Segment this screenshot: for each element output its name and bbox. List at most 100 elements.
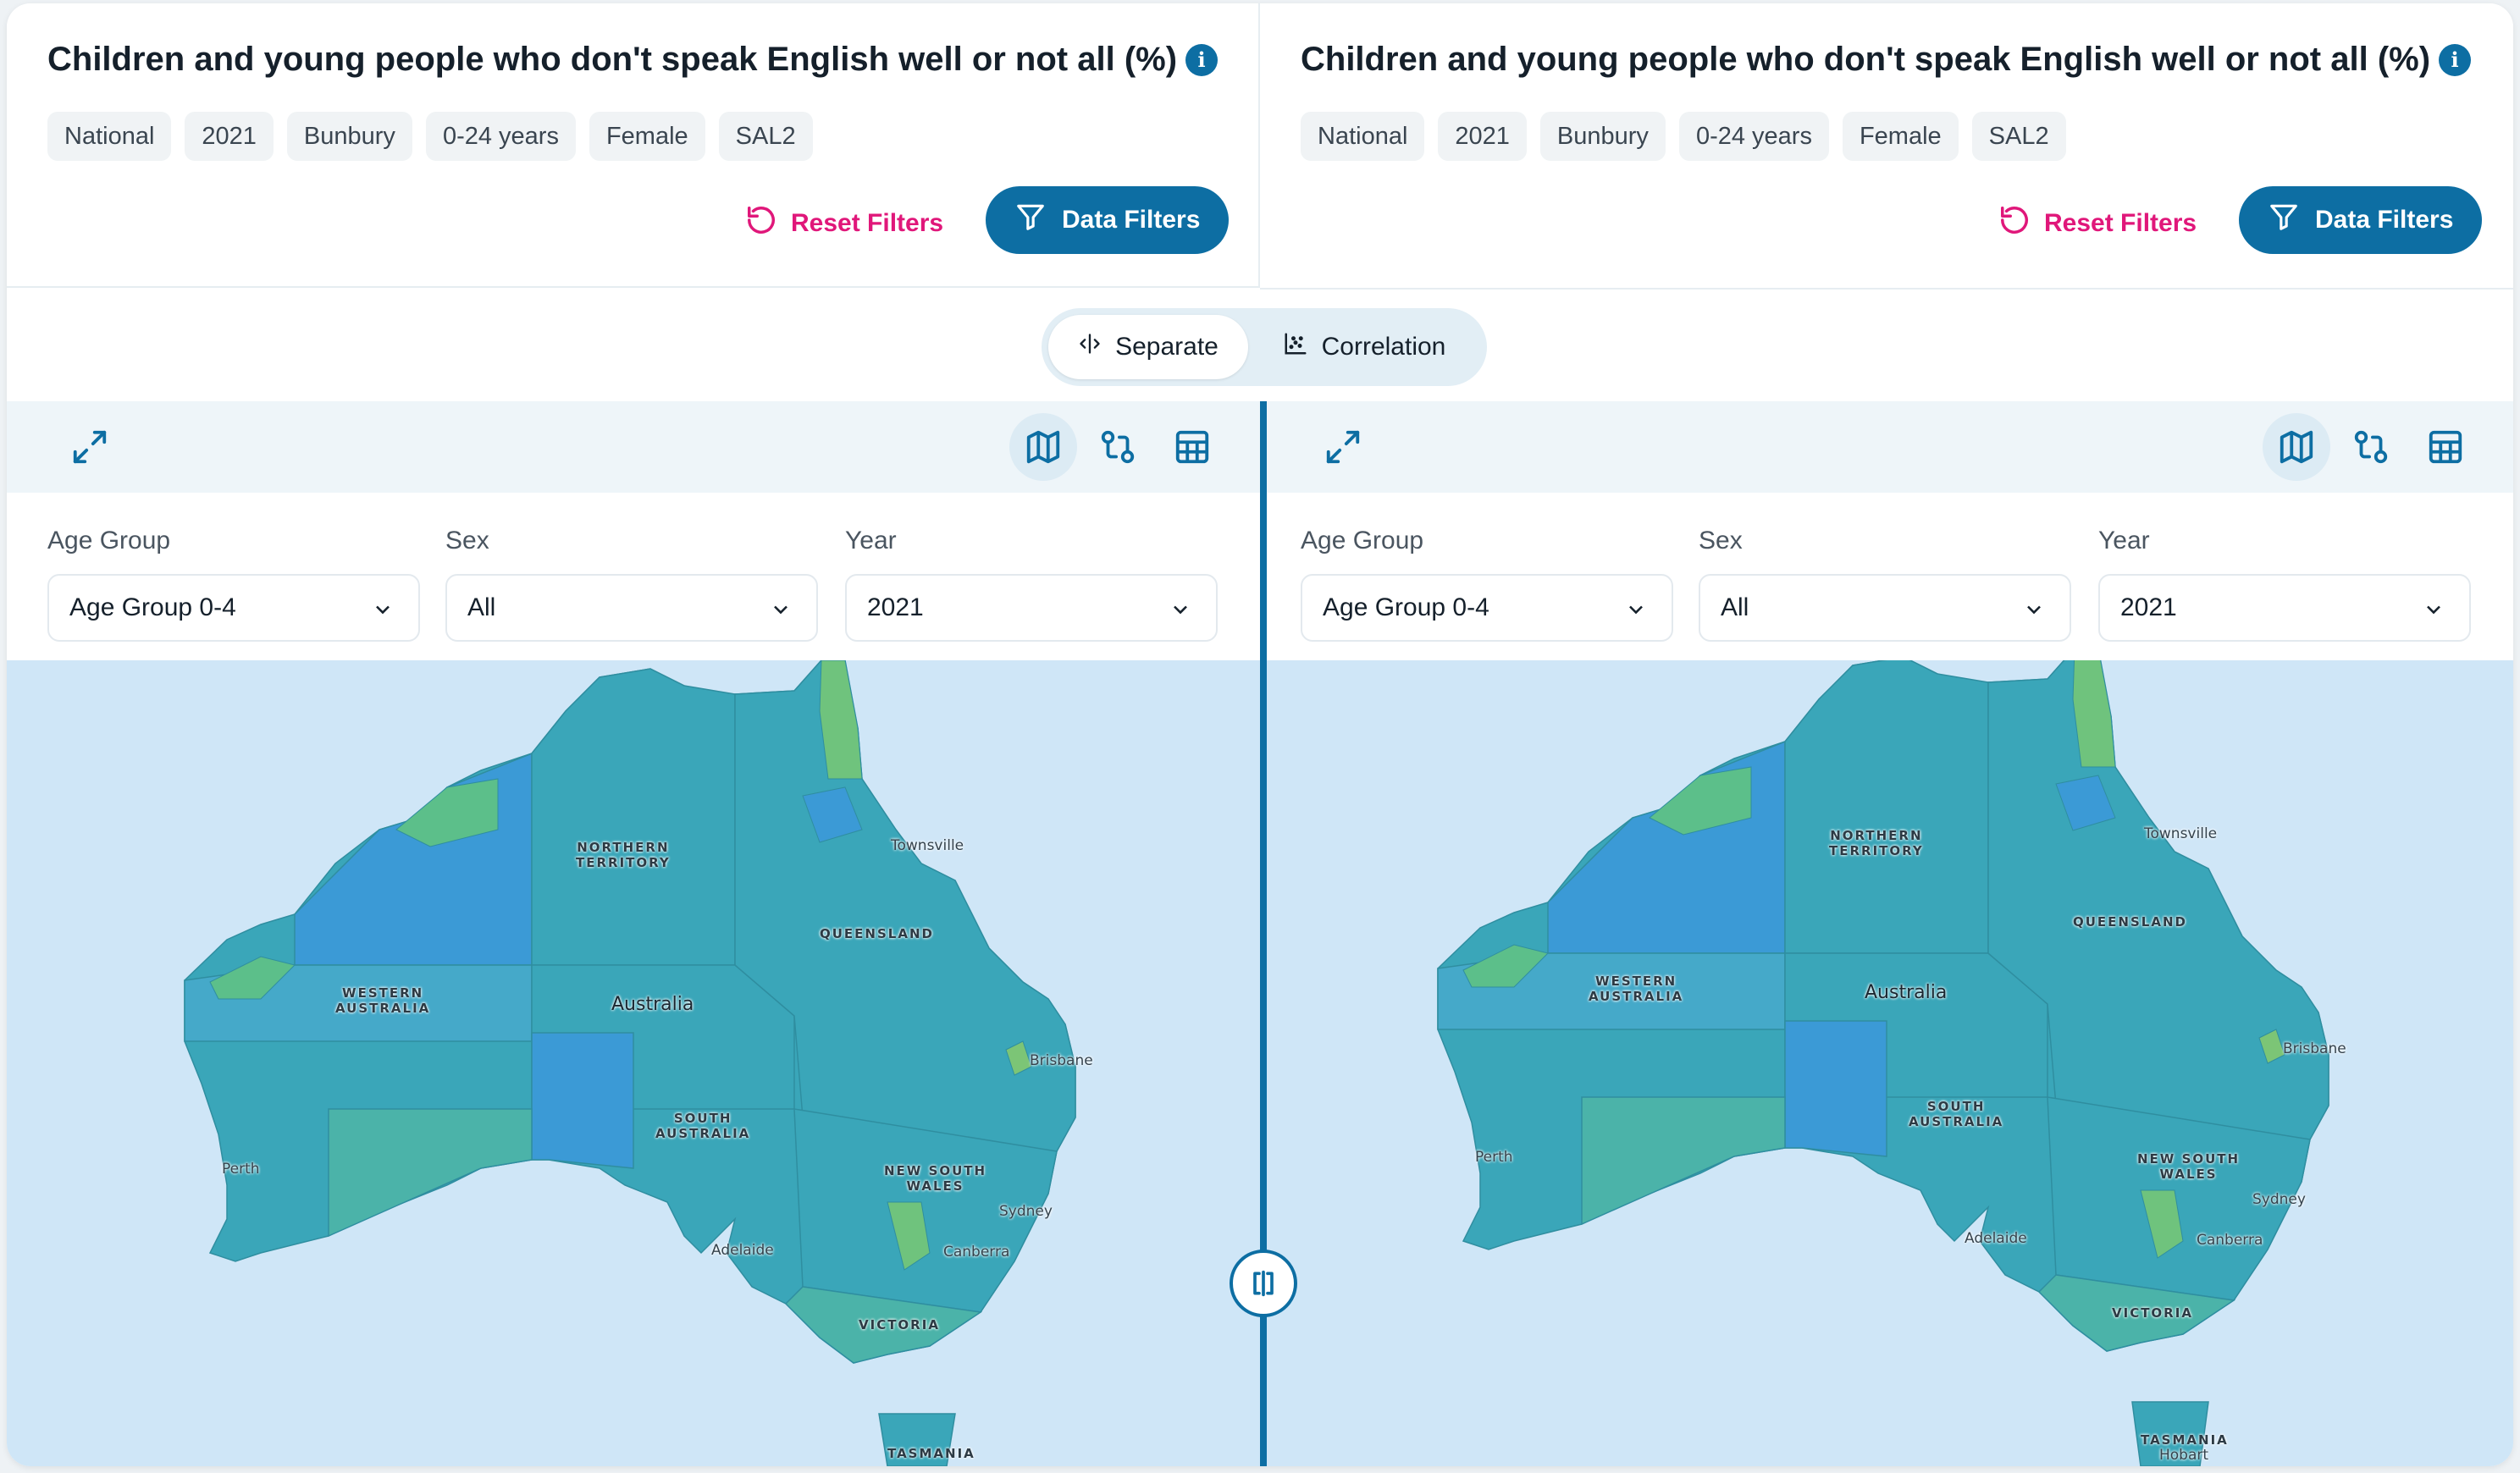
sex-select[interactable]: All [1699, 574, 2071, 642]
info-icon[interactable]: i [2439, 44, 2471, 76]
year-select[interactable]: 2021 [2098, 574, 2471, 642]
left-map-panel: Age Group Age Group 0-4 Sex All Year 202… [7, 401, 1260, 1466]
map-label-western-australia: WESTERN AUSTRALIA [1589, 974, 1684, 1004]
map-label-canberra: Canberra [2197, 1232, 2263, 1249]
chevron-down-icon [2022, 598, 2046, 626]
left-choropleth-map[interactable]: NORTHERN TERRITORY QUEENSLAND WESTERN AU… [7, 660, 1260, 1466]
tag-age: 0-24 years [425, 112, 576, 161]
tag-age: 0-24 years [1678, 112, 1829, 161]
age-group-label: Age Group [1301, 527, 1424, 554]
sex-label: Sex [445, 527, 489, 554]
map-label-perth: Perth [1475, 1149, 1513, 1166]
tag-area: Bunbury [1539, 112, 1666, 161]
map-label-south-australia: SOUTH AUSTRALIA [655, 1111, 751, 1141]
scatter-icon [1283, 331, 1308, 363]
map-label-western-australia: WESTERN AUSTRALIA [335, 985, 431, 1016]
data-filters-label: Data Filters [2315, 206, 2454, 234]
map-label-sydney: Sydney [2252, 1191, 2306, 1208]
map-icon[interactable] [2263, 413, 2330, 481]
map-label-victoria: VICTORIA [2112, 1305, 2193, 1321]
map-label-australia: Australia [611, 994, 694, 1015]
data-filters-button[interactable]: Data Filters [986, 186, 1230, 254]
map-label-brisbane: Brisbane [1030, 1052, 1093, 1069]
map-label-south-australia: SOUTH AUSTRALIA [1909, 1099, 2004, 1129]
correlation-mode-button[interactable]: Correlation [1248, 315, 1480, 379]
separate-label: Separate [1115, 333, 1219, 361]
right-indicator-title: Children and young people who don't spea… [1301, 41, 2431, 78]
map-label-adelaide: Adelaide [711, 1242, 774, 1259]
chevron-down-icon [2422, 598, 2445, 626]
filter-icon [1014, 201, 1047, 240]
data-filters-button[interactable]: Data Filters [2239, 186, 2483, 254]
map-label-northern-territory: NORTHERN TERRITORY [1829, 828, 1924, 858]
chevron-down-icon [1624, 598, 1648, 626]
sex-label: Sex [1699, 527, 1743, 554]
age-group-value: Age Group 0-4 [69, 593, 236, 621]
age-group-select[interactable]: Age Group 0-4 [47, 574, 420, 642]
reset-filters-button[interactable]: Reset Filters [1998, 193, 2197, 254]
sex-value: All [1721, 593, 1749, 621]
sex-value: All [467, 593, 496, 621]
compare-icon[interactable] [1084, 413, 1152, 481]
tag-area: Bunbury [286, 112, 412, 161]
map-label-new-south-wales: NEW SOUTH WALES [884, 1163, 987, 1194]
map-label-hobart: Hobart [2159, 1447, 2209, 1464]
right-filter-bar: Age Group Age Group 0-4 Sex All Year 202… [1267, 493, 2513, 660]
age-group-label: Age Group [47, 527, 171, 554]
compare-icon[interactable] [2337, 413, 2405, 481]
table-icon[interactable] [1158, 413, 1226, 481]
age-group-select[interactable]: Age Group 0-4 [1301, 574, 1673, 642]
sex-select[interactable]: All [445, 574, 818, 642]
table-icon[interactable] [2412, 413, 2479, 481]
map-label-tasmania: TASMANIA [887, 1446, 975, 1461]
map-label-new-south-wales: NEW SOUTH WALES [2137, 1151, 2241, 1182]
map-label-queensland: QUEENSLAND [820, 926, 934, 941]
year-select[interactable]: 2021 [845, 574, 1218, 642]
map-label-brisbane: Brisbane [2283, 1040, 2346, 1057]
year-value: 2021 [2120, 593, 2177, 621]
chevron-down-icon [1169, 598, 1192, 626]
year-value: 2021 [867, 593, 924, 621]
separate-mode-button[interactable]: Separate [1048, 315, 1248, 379]
tag-year: 2021 [185, 112, 274, 161]
map-label-tasmania: TASMANIA [2141, 1432, 2229, 1448]
left-indicator-title: Children and young people who don't spea… [47, 41, 1178, 78]
reset-filters-label: Reset Filters [2044, 209, 2197, 237]
view-mode-toggle: Separate Correlation [1042, 308, 1487, 386]
map-label-victoria: VICTORIA [859, 1317, 940, 1332]
right-tag-list: National 2021 Bunbury 0-24 years Female … [1301, 112, 2066, 161]
left-header: Children and young people who don't spea… [7, 3, 1260, 288]
age-group-value: Age Group 0-4 [1323, 593, 1489, 621]
map-label-sydney: Sydney [999, 1203, 1053, 1220]
tag-sex: Female [1842, 112, 1959, 161]
info-icon[interactable]: i [1185, 44, 1218, 76]
map-icon[interactable] [1009, 413, 1077, 481]
right-map-toolbar [1267, 401, 2513, 493]
year-label: Year [845, 527, 897, 554]
tag-level: SAL2 [718, 112, 813, 161]
correlation-label: Correlation [1321, 333, 1446, 361]
expand-icon[interactable] [1309, 413, 1377, 481]
left-map-toolbar [7, 401, 1260, 493]
divider-handle-icon[interactable] [1230, 1250, 1297, 1317]
australia-map-shape [1437, 660, 2329, 1466]
map-label-townsville: Townsville [2144, 825, 2218, 842]
map-label-townsville: Townsville [891, 837, 964, 854]
reset-icon [1998, 204, 2031, 243]
tag-level: SAL2 [1971, 112, 2066, 161]
left-filter-bar: Age Group Age Group 0-4 Sex All Year 202… [7, 493, 1260, 660]
chevron-down-icon [769, 598, 793, 626]
year-label: Year [2098, 527, 2150, 554]
tag-geography: National [47, 112, 172, 161]
map-label-canberra: Canberra [943, 1244, 1010, 1261]
expand-icon[interactable] [56, 413, 124, 481]
right-choropleth-map[interactable]: NORTHERN TERRITORY QUEENSLAND WESTERN AU… [1267, 660, 2513, 1466]
map-label-adelaide: Adelaide [1965, 1230, 2027, 1247]
map-label-queensland: QUEENSLAND [2073, 914, 2187, 930]
map-label-northern-territory: NORTHERN TERRITORY [576, 840, 671, 870]
reset-filters-button[interactable]: Reset Filters [745, 193, 943, 254]
map-label-australia: Australia [1865, 982, 1948, 1003]
filter-icon [2268, 201, 2300, 240]
chevron-down-icon [371, 598, 395, 626]
tag-geography: National [1301, 112, 1425, 161]
